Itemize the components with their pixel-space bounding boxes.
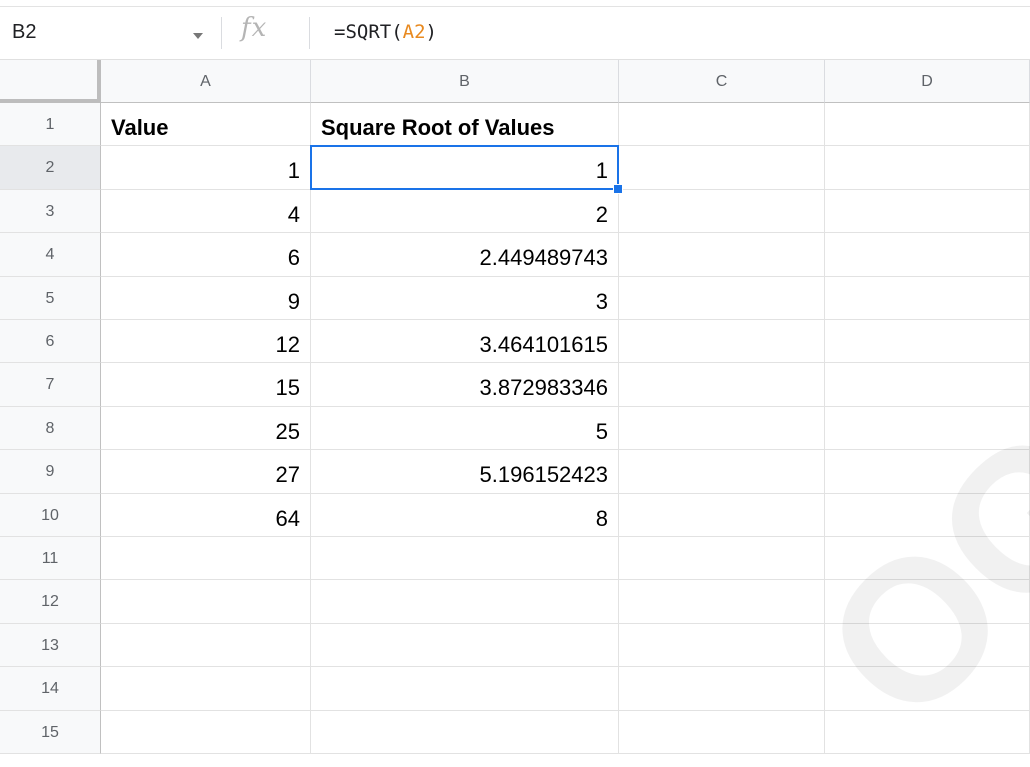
cell-a14[interactable] [101,667,311,711]
formula-bar: B2 fx =SQRT(A2) [0,7,1030,60]
cell-b8[interactable]: 5 [311,406,619,451]
formula-input[interactable]: =SQRT(A2) [334,21,437,43]
spreadsheet-grid[interactable]: A B C D 1 Value Square Root of Values 2 1 1 3 4 2 4 6 2… [0,60,1030,767]
cell-d6[interactable] [825,320,1030,364]
cell-b4[interactable]: 2.449489743 [311,233,619,277]
cell-c12[interactable] [619,580,825,624]
cell-a1[interactable]: Value [101,103,311,147]
cell-b14[interactable] [311,667,619,711]
cell-a2[interactable]: 1 [101,146,311,190]
cell-a10[interactable]: 64 [101,493,311,537]
cell-c5[interactable] [619,276,825,320]
cell-b7[interactable]: 3.872983346 [311,363,619,407]
cell-d9[interactable] [825,450,1030,494]
cell-b9[interactable]: 5.196152423 [311,450,619,494]
cell-c3[interactable] [619,189,825,234]
cell-d5[interactable] [825,276,1030,320]
cell-c9[interactable] [619,450,825,494]
cell-b10[interactable]: 8 [311,493,619,537]
cell-a7[interactable]: 15 [101,363,311,407]
cell-a15[interactable] [101,710,311,754]
chevron-down-icon[interactable] [193,33,203,39]
cell-b5[interactable]: 3 [311,276,619,320]
cell-c15[interactable] [619,710,825,754]
cell-c13[interactable] [619,623,825,668]
formula-suffix: ) [425,21,437,43]
row-header-14[interactable]: 14 [0,667,101,711]
cell-c2[interactable] [619,146,825,190]
row-header-12[interactable]: 12 [0,580,101,624]
name-box-value: B2 [12,21,37,43]
cell-d7[interactable] [825,363,1030,407]
cell-a11[interactable] [101,537,311,581]
cell-a6[interactable]: 12 [101,320,311,364]
name-box[interactable]: B2 [0,7,226,59]
cell-d10[interactable] [825,493,1030,537]
row-header-3[interactable]: 3 [0,189,101,234]
cell-d4[interactable] [825,233,1030,277]
cell-d13[interactable] [825,623,1030,668]
select-all-corner[interactable] [0,60,101,103]
formula-prefix: =SQRT( [334,21,403,43]
cell-a3[interactable]: 4 [101,189,311,234]
cell-b12[interactable] [311,580,619,624]
formula-reference: A2 [402,21,426,43]
cell-d15[interactable] [825,710,1030,754]
fx-icon: fx [241,13,268,43]
cell-a12[interactable] [101,580,311,624]
cell-b1[interactable]: Square Root of Values [311,103,619,147]
column-header-a[interactable]: A [101,60,311,103]
cell-a8[interactable]: 25 [101,406,311,451]
cell-c6[interactable] [619,320,825,364]
row-header-4[interactable]: 4 [0,233,101,277]
row-header-9[interactable]: 9 [0,450,101,494]
divider [221,17,222,49]
row-header-15[interactable]: 15 [0,710,101,754]
cell-c8[interactable] [619,406,825,451]
row-header-13[interactable]: 13 [0,623,101,668]
cell-c10[interactable] [619,493,825,537]
cell-d1[interactable] [825,103,1030,147]
cell-d14[interactable] [825,667,1030,711]
cell-c7[interactable] [619,363,825,407]
row-header-6[interactable]: 6 [0,320,101,364]
row-header-2[interactable]: 2 [0,146,101,190]
row-header-10[interactable]: 10 [0,493,101,537]
row-header-11[interactable]: 11 [0,537,101,581]
cell-c1[interactable] [619,103,825,147]
cell-b13[interactable] [311,623,619,668]
fill-handle[interactable] [613,183,623,194]
cell-a13[interactable] [101,623,311,668]
cell-d11[interactable] [825,537,1030,581]
cell-a5[interactable]: 9 [101,276,311,320]
cell-b2[interactable]: 1 [311,146,619,190]
row-header-1[interactable]: 1 [0,103,101,147]
cell-d2[interactable] [825,146,1030,190]
row-header-7[interactable]: 7 [0,363,101,407]
row-header-8[interactable]: 8 [0,406,101,451]
cell-d8[interactable] [825,406,1030,451]
cell-a9[interactable]: 27 [101,450,311,494]
cell-b15[interactable] [311,710,619,754]
cell-a4[interactable]: 6 [101,233,311,277]
cell-d3[interactable] [825,189,1030,234]
divider [309,17,310,49]
cell-b6[interactable]: 3.464101615 [311,320,619,364]
column-header-b[interactable]: B [311,60,619,103]
cell-b11[interactable] [311,537,619,581]
column-header-c[interactable]: C [619,60,825,103]
top-edge [0,0,1030,7]
cell-c4[interactable] [619,233,825,277]
cell-c11[interactable] [619,537,825,581]
row-header-5[interactable]: 5 [0,276,101,320]
column-header-d[interactable]: D [825,60,1030,103]
cell-d12[interactable] [825,580,1030,624]
cell-c14[interactable] [619,667,825,711]
cell-b3[interactable]: 2 [311,189,619,234]
